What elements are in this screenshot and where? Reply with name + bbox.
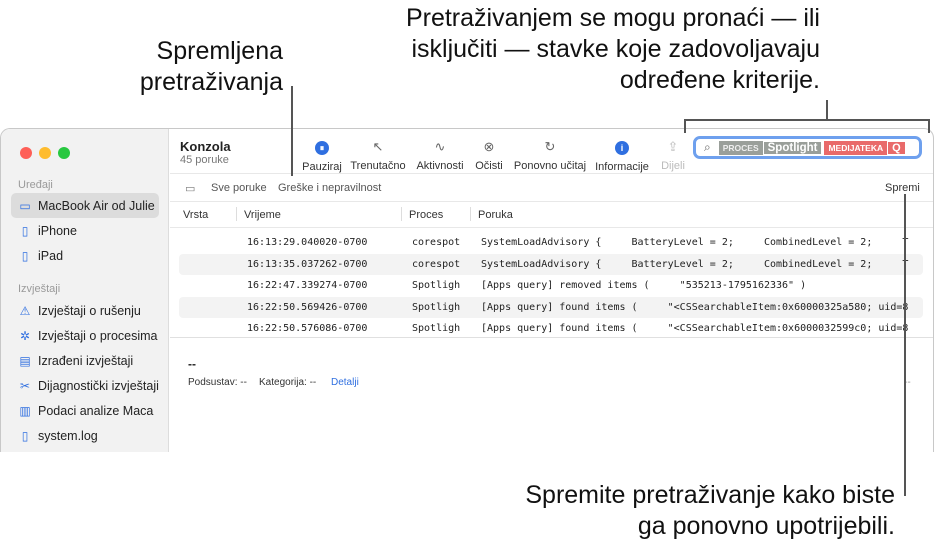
ipad-icon: ▯	[21, 248, 29, 263]
column-divider	[236, 207, 237, 221]
column-message[interactable]: Poruka	[478, 209, 513, 221]
table-row[interactable]: 16:22:47.339274-0700 Spotligh [Apps quer…	[179, 275, 923, 296]
row-message: SystemLoadAdvisory { BatteryLevel = 2; C…	[481, 258, 909, 270]
details-link[interactable]: Detalji	[331, 377, 359, 388]
column-process[interactable]: Proces	[409, 209, 443, 221]
callout-line: isključiti — stavke koje zadovoljavaju	[411, 35, 820, 63]
sidebar-item[interactable]: ⚠ Izvještaji o rušenju	[11, 298, 159, 323]
callout-line: Spremite pretraživanje kako biste	[525, 481, 895, 509]
zoom-button[interactable]	[58, 147, 70, 159]
row-process: corespot	[412, 237, 461, 248]
callout-line: Pretraživanjem se mogu pronaći — ili	[405, 4, 820, 32]
library-token-type[interactable]: MEDIJATEKA	[824, 140, 888, 155]
sidebar-item[interactable]: ▭ MacBook Air od Julie	[11, 193, 159, 218]
sidebar-item[interactable]: ▯ system.log	[11, 423, 159, 448]
row-message: [Apps query] removed items ( "535213-179…	[481, 280, 807, 291]
sidebar-item[interactable]: ▯ iPhone	[11, 218, 159, 243]
chart-icon: ▥	[19, 403, 31, 418]
detail-title: --	[188, 357, 196, 371]
callout-save: Spremite pretraživanje kako biste ga pon…	[400, 480, 895, 542]
sidebar-item[interactable]: ▯ iPad	[11, 243, 159, 268]
spin-icon: ✲	[19, 328, 31, 343]
row-process: corespot	[412, 258, 461, 270]
row-process: Spotligh	[412, 280, 461, 291]
sidebar-item-label: Izvještaji o procesima	[38, 328, 158, 343]
leader-bracket	[684, 119, 686, 133]
sidebar-item-label: iPad	[38, 248, 64, 263]
table-row[interactable]: 16:22:50.569426-0700 Spotligh [Apps quer…	[179, 296, 923, 318]
divider	[170, 227, 933, 228]
sidebar-item-label: Dijagnostički izvještaji	[38, 378, 159, 393]
divider	[170, 337, 933, 338]
row-time: 16:22:47.339274-0700	[247, 280, 368, 291]
column-time[interactable]: Vrijeme	[244, 209, 281, 221]
leader-line	[826, 100, 828, 120]
message-count: 45 poruke	[180, 154, 229, 166]
warning-icon: ⚠	[19, 303, 31, 318]
search-icon: ⌕	[704, 140, 711, 154]
minimize-button[interactable]	[39, 147, 51, 159]
close-button[interactable]	[20, 147, 32, 159]
toolbar-label: Dijeli	[661, 160, 685, 172]
laptop-icon: ▭	[19, 198, 31, 213]
detail-category: Kategorija: --	[259, 377, 317, 388]
sidebar-item[interactable]: ✲ Izvještaji o procesima	[11, 323, 159, 348]
sidebar-item[interactable]: ✂ Dijagnostički izvještaji	[11, 373, 159, 398]
document-icon: ▤	[19, 353, 31, 368]
filter-all-messages[interactable]: Sve poruke	[211, 182, 267, 194]
process-token-value[interactable]: Spotlight	[763, 141, 822, 154]
table-row[interactable]: 16:13:35.037262-0700 corespot SystemLoad…	[179, 253, 923, 275]
sidebar-item-label: system.log	[38, 428, 98, 443]
leader-bracket	[684, 119, 930, 121]
sidebar-item[interactable]: ▥ Podaci analize Maca	[11, 398, 159, 423]
row-time: 16:13:29.040020-0700	[247, 237, 368, 248]
filter-errors[interactable]: Greške i nepravilnost	[278, 182, 381, 194]
column-divider	[401, 207, 402, 221]
tools-icon: ✂	[19, 378, 31, 393]
sidebar-item-label: Izrađeni izvještaji	[38, 353, 134, 368]
row-time: 16:13:35.037262-0700	[247, 258, 368, 270]
callout-line: Spremljena	[156, 37, 283, 65]
row-message: [Apps query] found items ( "<CSSearchabl…	[481, 323, 909, 334]
divider	[170, 201, 933, 202]
leader-line	[291, 86, 293, 176]
table-row[interactable]: 16:13:29.040020-0700 corespot SystemLoad…	[179, 232, 923, 253]
row-process: Spotligh	[412, 323, 461, 334]
iphone-icon: ▯	[21, 223, 29, 238]
table-row[interactable]: 16:22:50.576086-0700 Spotligh [Apps quer…	[179, 318, 923, 339]
callout-saved-searches: Spremljena pretraživanja	[100, 36, 283, 98]
column-type[interactable]: Vrsta	[183, 209, 208, 221]
row-time: 16:22:50.576086-0700	[247, 323, 368, 334]
callout-line: određene kriterije.	[619, 66, 820, 94]
save-search-button[interactable]: Spremi	[885, 182, 920, 194]
sidebar-item-label: Podaci analize Maca	[38, 403, 154, 418]
sidebar-item-label: Izvještaji o rušenju	[38, 303, 141, 318]
file-icon: ▯	[21, 428, 29, 443]
sidebar-item-label: iPhone	[38, 223, 77, 238]
process-token-type[interactable]: PROCES	[718, 140, 763, 155]
row-process: Spotligh	[412, 301, 461, 313]
detail-subsystem: Podsustav: --	[188, 377, 247, 388]
search-field[interactable]: ⌕ PROCES Spotlight MEDIJATEKA Q	[693, 136, 922, 159]
devices-header: Uređaji	[18, 179, 53, 191]
row-message: SystemLoadAdvisory { BatteryLevel = 2; C…	[481, 237, 909, 248]
callout-line: pretraživanja	[139, 68, 283, 96]
reports-header: Izvještaji	[18, 283, 61, 295]
callout-line: ga ponovno upotrijebili.	[637, 512, 895, 540]
row-message: [Apps query] found items ( "<CSSearchabl…	[481, 301, 909, 313]
library-token-value[interactable]: Q	[888, 141, 905, 154]
sidebar: Uređaji ▭ MacBook Air od Julie ▯ iPhone ▯ iPa…	[1, 129, 169, 452]
sidebar-item-label: MacBook Air od Julie	[38, 198, 155, 213]
leader-bracket	[928, 119, 930, 133]
sidebar-toggle-icon[interactable]: ▭	[185, 182, 195, 195]
row-time: 16:22:50.569426-0700	[247, 301, 368, 313]
window-title: Konzola	[180, 139, 231, 154]
callout-search: Pretraživanjem se mogu pronaći — ili isk…	[300, 3, 820, 96]
leader-line	[904, 194, 906, 496]
divider	[170, 173, 933, 174]
console-window: Uređaji ▭ MacBook Air od Julie ▯ iPhone ▯ iPa…	[0, 128, 934, 452]
sidebar-item[interactable]: ▤ Izrađeni izvještaji	[11, 348, 159, 373]
column-divider	[470, 207, 471, 221]
